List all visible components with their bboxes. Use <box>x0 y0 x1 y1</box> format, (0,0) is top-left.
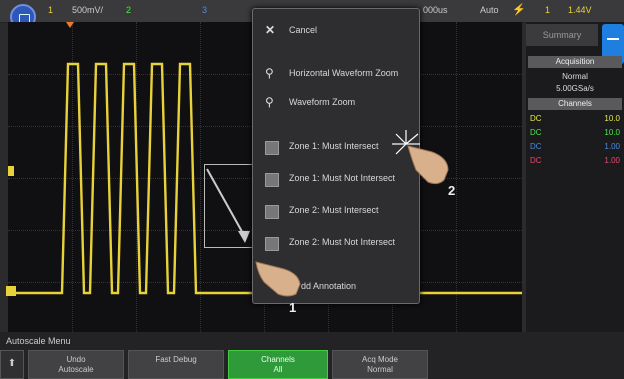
timebase[interactable]: 000us <box>423 5 448 15</box>
minus-icon <box>607 38 619 40</box>
zoom-selection-box[interactable] <box>204 164 258 248</box>
tap-hand-icon <box>392 130 449 185</box>
callout-number-1: 1 <box>289 300 297 315</box>
zone2-must-not-intersect-item[interactable]: Zone 2: Must Not Intersect <box>253 231 419 255</box>
trigger-mode[interactable]: Auto <box>480 5 499 15</box>
zone-box-icon <box>265 237 279 251</box>
acquisition-mode: Normal <box>562 72 588 81</box>
drag-arrow-icon <box>206 168 250 243</box>
undo-autoscale-softkey[interactable]: Undo Autoscale <box>28 350 124 379</box>
cancel-menu-item[interactable]: ✕ Cancel <box>253 19 419 43</box>
trigger-level[interactable]: 1.44V <box>568 5 592 15</box>
acq-mode-softkey[interactable]: Acq Mode Normal <box>332 350 428 379</box>
drag-hand-icon <box>255 261 301 297</box>
channel-row: DC 10.0 <box>530 128 620 137</box>
fast-debug-softkey[interactable]: Fast Debug <box>128 350 224 379</box>
close-icon: ✕ <box>265 23 276 37</box>
acquisition-header: Acquisition <box>528 56 622 68</box>
horizontal-zoom-menu-item[interactable]: ⚲ Horizontal Waveform Zoom <box>253 62 419 86</box>
summary-tab[interactable]: Summary <box>526 24 598 46</box>
zone2-must-intersect-item[interactable]: Zone 2: Must Intersect <box>253 199 419 223</box>
channel-row: DC 1.00 <box>530 156 620 165</box>
zone-box-icon <box>265 205 279 219</box>
ch1-number[interactable]: 1 <box>48 5 53 15</box>
ch2-number[interactable]: 2 <box>126 5 131 15</box>
zone-box-icon <box>265 173 279 187</box>
back-button[interactable]: ⬆ <box>0 350 24 379</box>
up-arrow-icon: ⬆ <box>7 358 17 369</box>
callout-number-2: 2 <box>448 183 456 198</box>
magnifier-icon: ⚲ <box>265 95 274 109</box>
channel-row: DC 10.0 <box>530 114 620 123</box>
ch1-scale[interactable]: 500mV/ <box>72 5 103 15</box>
channels-header: Channels <box>528 98 622 110</box>
sample-rate: 5.00GSa/s <box>556 84 594 93</box>
trigger-position-marker[interactable] <box>66 22 74 28</box>
channel-row: DC 1.00 <box>530 142 620 151</box>
zone-box-icon <box>265 141 279 155</box>
channels-softkey[interactable]: Channels All <box>228 350 328 379</box>
magnifier-icon: ⚲ <box>265 66 274 80</box>
menu-title: Autoscale Menu <box>6 336 71 346</box>
info-panel: Summary Acquisition Normal 5.00GSa/s Cha… <box>526 22 624 332</box>
trigger-level-marker[interactable] <box>8 166 14 176</box>
trigger-icon: ⚡ <box>512 4 526 16</box>
ch3-number[interactable]: 3 <box>202 5 207 15</box>
trigger-channel[interactable]: 1 <box>545 5 550 15</box>
softkey-bar: Autoscale Menu ⬆ Undo Autoscale Fast Debu… <box>0 332 624 379</box>
waveform-zoom-menu-item[interactable]: ⚲ Waveform Zoom <box>253 91 419 115</box>
ch1-ground-marker[interactable] <box>6 286 16 296</box>
